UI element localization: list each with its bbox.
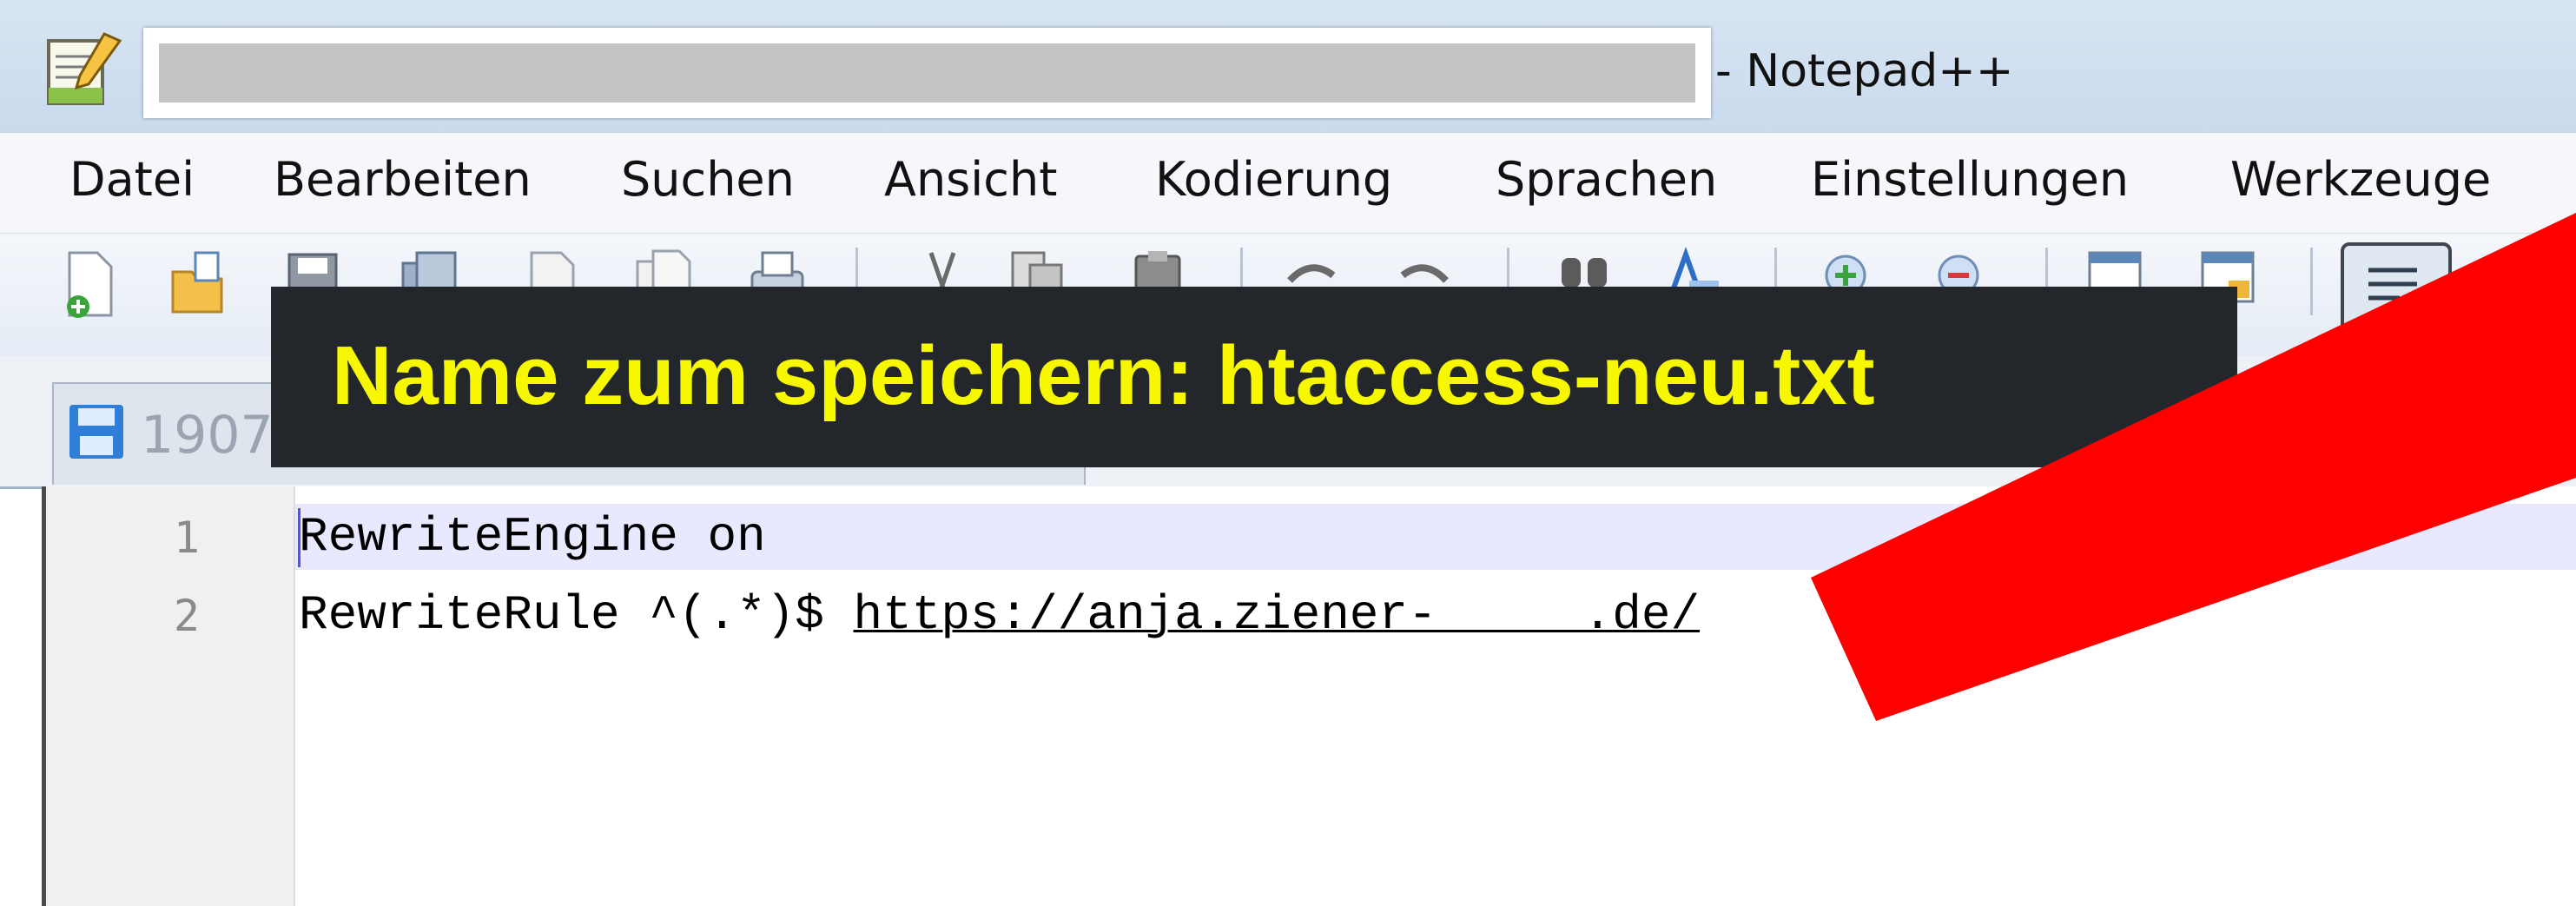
code-text: RewriteEngine on (299, 509, 766, 565)
save-icon (69, 405, 123, 459)
menu-datei[interactable]: Datei (69, 152, 195, 207)
menu-werkzeuge[interactable]: Werkzeuge (2230, 152, 2491, 207)
code-line: RewriteEngine on (299, 509, 766, 565)
window-title: - Notepad++ (1715, 45, 2014, 97)
code-url-link[interactable]: https://anja.ziener- .de/ (854, 587, 1701, 643)
menu-kodierung[interactable]: Kodierung (1155, 152, 1392, 207)
word-wrap-icon (2368, 268, 2421, 311)
instruction-banner-text: Name zum speichern: htaccess-neu.txt (332, 329, 1875, 422)
word-wrap-button[interactable] (2341, 242, 2452, 336)
menu-ansicht[interactable]: Ansicht (884, 152, 1057, 207)
tab-label: 1907 (141, 405, 274, 466)
svg-text:¶: ¶ (2485, 248, 2525, 321)
code-line: RewriteRule ^(.*)$ https://anja.ziener- … (299, 587, 1700, 643)
line-number: 1 (173, 513, 200, 563)
new-file-icon[interactable] (61, 246, 122, 324)
instruction-banner: Name zum speichern: htaccess-neu.txt (271, 287, 2237, 467)
line-number: 2 (173, 591, 200, 641)
menu-sprachen[interactable]: Sprachen (1496, 152, 1717, 207)
toolbar-separator (2310, 248, 2313, 315)
code-text: RewriteRule ^(.*)$ (299, 587, 854, 643)
redacted-file-path (143, 28, 1711, 118)
open-file-icon[interactable] (169, 246, 230, 324)
menu-bar: Datei Bearbeiten Suchen Ansicht Kodierun… (0, 132, 2576, 234)
menu-bearbeiten[interactable]: Bearbeiten (274, 152, 532, 207)
notepad-plus-plus-app-icon[interactable] (43, 30, 126, 109)
menu-suchen[interactable]: Suchen (621, 152, 795, 207)
menu-einstellungen[interactable]: Einstellungen (1811, 152, 2129, 207)
show-all-characters-icon[interactable]: ¶ (2480, 246, 2540, 324)
